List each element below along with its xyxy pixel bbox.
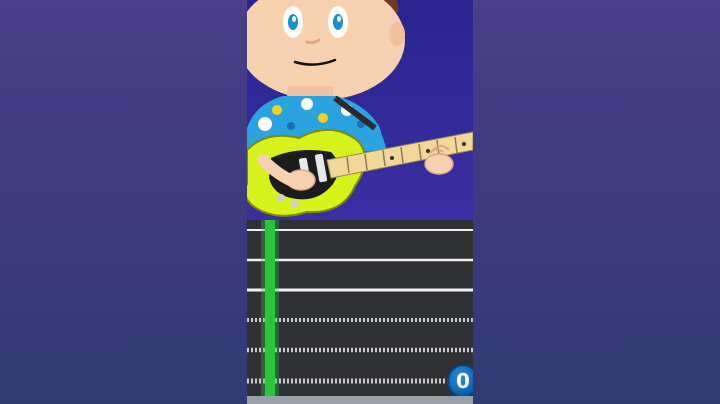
left-eye — [283, 6, 303, 38]
video-scene — [247, 0, 473, 217]
boy-head — [247, 0, 405, 100]
left-blurred-background — [0, 0, 247, 404]
guitar-tab-staff — [247, 220, 473, 404]
fretting-hand — [424, 153, 454, 175]
playhead — [265, 220, 275, 404]
video-progress-bar[interactable] — [247, 396, 473, 404]
video-player[interactable]: 0 — [247, 0, 473, 404]
right-blurred-background — [473, 0, 720, 404]
tab-lines — [247, 220, 473, 404]
right-eye — [328, 6, 348, 38]
note-counter-badge: 0 — [447, 364, 473, 398]
ear — [389, 22, 405, 46]
